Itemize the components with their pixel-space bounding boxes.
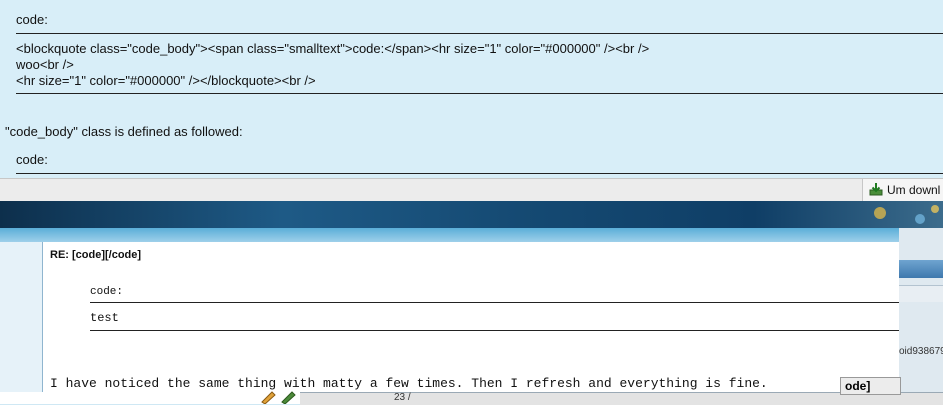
forum-post xyxy=(0,242,899,392)
code-button-label: ode] xyxy=(845,379,871,393)
post-title: RE: [code][/code] xyxy=(50,249,142,261)
right-panel xyxy=(899,228,943,404)
forum-post-gutter xyxy=(0,242,43,392)
page-number: 23 / xyxy=(394,392,411,403)
bottom-edge xyxy=(0,392,300,404)
explanation-text: "code_body" class is defined as followed… xyxy=(5,124,243,139)
code-label: code: xyxy=(16,12,48,27)
download-icon xyxy=(869,183,883,196)
code-line: woo<br /> xyxy=(16,57,74,72)
code-label: code: xyxy=(16,152,48,167)
right-panel-id: oid938679 xyxy=(899,346,943,357)
banner-decoration xyxy=(874,205,939,224)
post-code-bottom-rule xyxy=(90,330,899,331)
right-panel-tab[interactable] xyxy=(899,260,943,278)
post-code-label: code: xyxy=(90,286,124,298)
code-line: <blockquote class="code_body"><span clas… xyxy=(16,41,650,56)
pencil-icon[interactable] xyxy=(258,386,298,404)
code-bottom-rule xyxy=(16,93,943,94)
right-panel-row xyxy=(899,285,943,302)
download-item[interactable]: Um downl xyxy=(862,179,943,201)
post-code-top-rule xyxy=(90,302,899,303)
code-top-rule xyxy=(16,33,943,34)
download-item-label: Um downl xyxy=(887,183,941,197)
top-post-area: code: <blockquote class="code_body"><spa… xyxy=(0,0,943,178)
forum-banner xyxy=(0,201,943,228)
code-button[interactable]: ode] xyxy=(840,377,901,395)
post-body-text: I have noticed the same thing with matty… xyxy=(50,376,768,391)
banner-stripe xyxy=(0,228,899,242)
post-code-content: test xyxy=(90,311,119,325)
code-top-rule xyxy=(16,173,943,174)
download-bar: Um downl xyxy=(0,178,943,202)
code-line: <hr size="1" color="#000000" /></blockqu… xyxy=(16,73,316,88)
